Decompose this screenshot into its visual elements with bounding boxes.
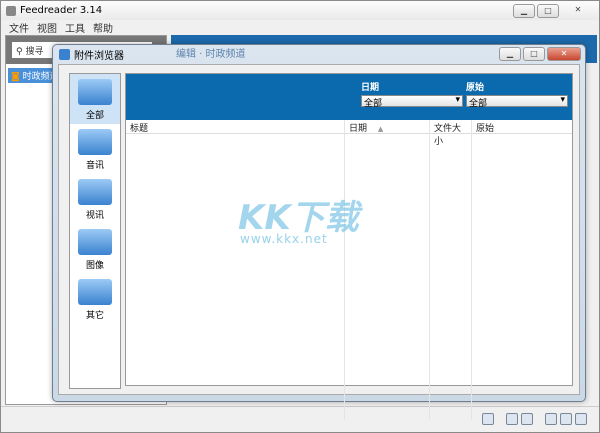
image-folder-icon — [78, 229, 112, 255]
source-filter-label: 原始 — [466, 83, 485, 93]
attachment-icon — [59, 48, 70, 60]
sort-ascending-icon: ▲ — [377, 125, 384, 133]
category-audio[interactable]: 音讯 — [70, 124, 120, 174]
title-bar: Feedreader 3.14 — [1, 1, 599, 20]
category-image[interactable]: 图像 — [70, 224, 120, 274]
category-list: 全部 音讯 视讯 图像 其它 — [69, 73, 121, 389]
column-source[interactable]: 原始 — [472, 120, 572, 420]
menu-help[interactable]: 帮助 — [93, 20, 113, 35]
rss-icon: ◙ — [11, 72, 20, 82]
menu-view[interactable]: 视图 — [37, 20, 57, 35]
dialog-minimize-button[interactable]: ▁ — [499, 47, 521, 61]
dialog-close-button[interactable]: ✕ — [547, 47, 581, 61]
watermark-url: www.kkx.net — [240, 232, 328, 246]
video-folder-icon — [78, 179, 112, 205]
audio-folder-icon — [78, 129, 112, 155]
column-size[interactable]: 文件大小 — [430, 120, 472, 420]
maximize-button[interactable]: □ — [537, 4, 559, 18]
app-title: Feedreader 3.14 — [20, 5, 103, 16]
menu-file[interactable]: 文件 — [9, 20, 29, 35]
layout-3-icon[interactable] — [575, 413, 587, 425]
box-folder-icon — [78, 279, 112, 305]
date-filter-label: 日期 — [361, 83, 380, 93]
column-title[interactable]: 标题 — [126, 120, 345, 420]
column-date[interactable]: 日期 ▲ — [345, 120, 430, 420]
date-filter-select[interactable]: 全部 — [361, 95, 463, 109]
minimize-button[interactable]: ▁ — [513, 4, 535, 18]
category-video[interactable]: 视讯 — [70, 174, 120, 224]
menu-bar: 文件 视图 工具 帮助 — [1, 20, 599, 35]
dialog-title: 附件浏览器 — [74, 50, 124, 62]
folder-icon — [78, 79, 112, 105]
article-header-title: 编辑 · 时政频道 — [176, 49, 246, 60]
category-all[interactable]: 全部 — [70, 74, 120, 124]
app-icon — [6, 5, 16, 16]
dialog-maximize-button[interactable]: □ — [523, 47, 545, 61]
source-filter-select[interactable]: 全部 — [466, 95, 568, 109]
menu-tools[interactable]: 工具 — [65, 20, 85, 35]
category-other[interactable]: 其它 — [70, 274, 120, 324]
close-button[interactable]: ✕ — [561, 4, 595, 18]
